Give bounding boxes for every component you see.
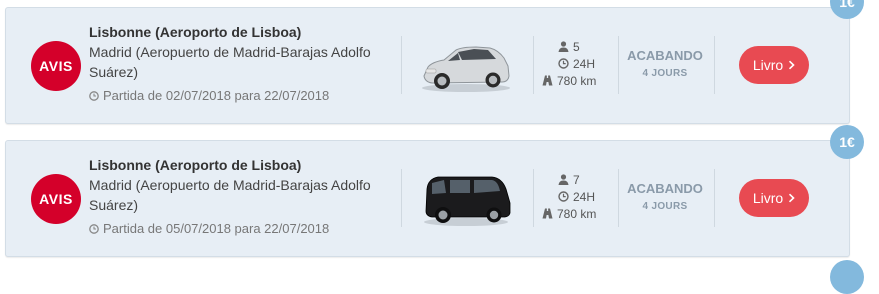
clock-icon (89, 223, 99, 234)
book-button[interactable]: Livro (739, 179, 809, 217)
seats-spec: 5 (542, 38, 612, 55)
status-text: ACABANDO (627, 48, 703, 63)
chevron-right-icon (789, 193, 795, 203)
duration-spec: 24H (542, 188, 612, 205)
availability-status: ACABANDO 4 JOURS (618, 181, 712, 212)
car-image (424, 176, 511, 226)
divider (533, 169, 534, 227)
status-text: ACABANDO (627, 181, 703, 196)
divider (714, 36, 715, 94)
result-card[interactable]: AVIS Lisbonne (Aeroporto de Lisboa) Madr… (5, 140, 850, 257)
next-price-badge (830, 260, 864, 294)
pickup-location: Lisbonne (Aeroporto de Lisboa) (89, 24, 302, 40)
car-specs: 5 24H 780 km (542, 38, 612, 89)
result-card[interactable]: AVIS Lisbonne (Aeroporto de Lisboa) Madr… (5, 7, 850, 124)
user-icon (558, 41, 569, 52)
logo-text: AVIS (39, 191, 73, 207)
road-icon (542, 208, 553, 219)
car-image (422, 46, 510, 92)
duration-value: 24H (573, 56, 596, 71)
avis-logo: AVIS (31, 41, 81, 91)
duration-value: 24H (573, 189, 596, 204)
divider (401, 169, 402, 227)
book-button[interactable]: Livro (739, 46, 809, 84)
chevron-right-icon (789, 60, 795, 70)
availability-status: ACABANDO 4 JOURS (618, 48, 712, 79)
distance-spec: 780 km (542, 72, 612, 89)
distance-value: 780 km (557, 73, 597, 88)
road-icon (542, 75, 553, 86)
days-left: 4 JOURS (642, 201, 688, 212)
car-specs: 7 24H 780 km (542, 171, 612, 222)
dates-text: Partida de 02/07/2018 para 22/07/2018 (103, 88, 330, 103)
rental-dates: Partida de 05/07/2018 para 22/07/2018 (89, 221, 409, 236)
seats-spec: 7 (542, 171, 612, 188)
book-label: Livro (752, 57, 784, 73)
dates-text: Partida de 05/07/2018 para 22/07/2018 (103, 221, 330, 236)
route-info: Lisbonne (Aeroporto de Lisboa) Madrid (A… (89, 23, 409, 103)
rental-dates: Partida de 02/07/2018 para 22/07/2018 (89, 88, 409, 103)
logo-text: AVIS (39, 58, 73, 74)
days-left: 4 JOURS (642, 68, 688, 79)
clock-icon (89, 90, 99, 101)
divider (714, 169, 715, 227)
user-icon (558, 174, 569, 185)
divider (533, 36, 534, 94)
distance-value: 780 km (557, 206, 597, 221)
dropoff-location: Madrid (Aeropuerto de Madrid-Barajas Ado… (89, 177, 371, 213)
book-label: Livro (752, 190, 784, 206)
clock-icon (558, 58, 569, 69)
dropoff-location: Madrid (Aeropuerto de Madrid-Barajas Ado… (89, 44, 371, 80)
divider (401, 36, 402, 94)
avis-logo: AVIS (31, 174, 81, 224)
distance-spec: 780 km (542, 205, 612, 222)
seats-value: 5 (573, 39, 580, 54)
duration-spec: 24H (542, 55, 612, 72)
route-info: Lisbonne (Aeroporto de Lisboa) Madrid (A… (89, 156, 409, 236)
seats-value: 7 (573, 172, 580, 187)
pickup-location: Lisbonne (Aeroporto de Lisboa) (89, 157, 302, 173)
clock-icon (558, 191, 569, 202)
price-badge: 1€ (830, 125, 864, 159)
